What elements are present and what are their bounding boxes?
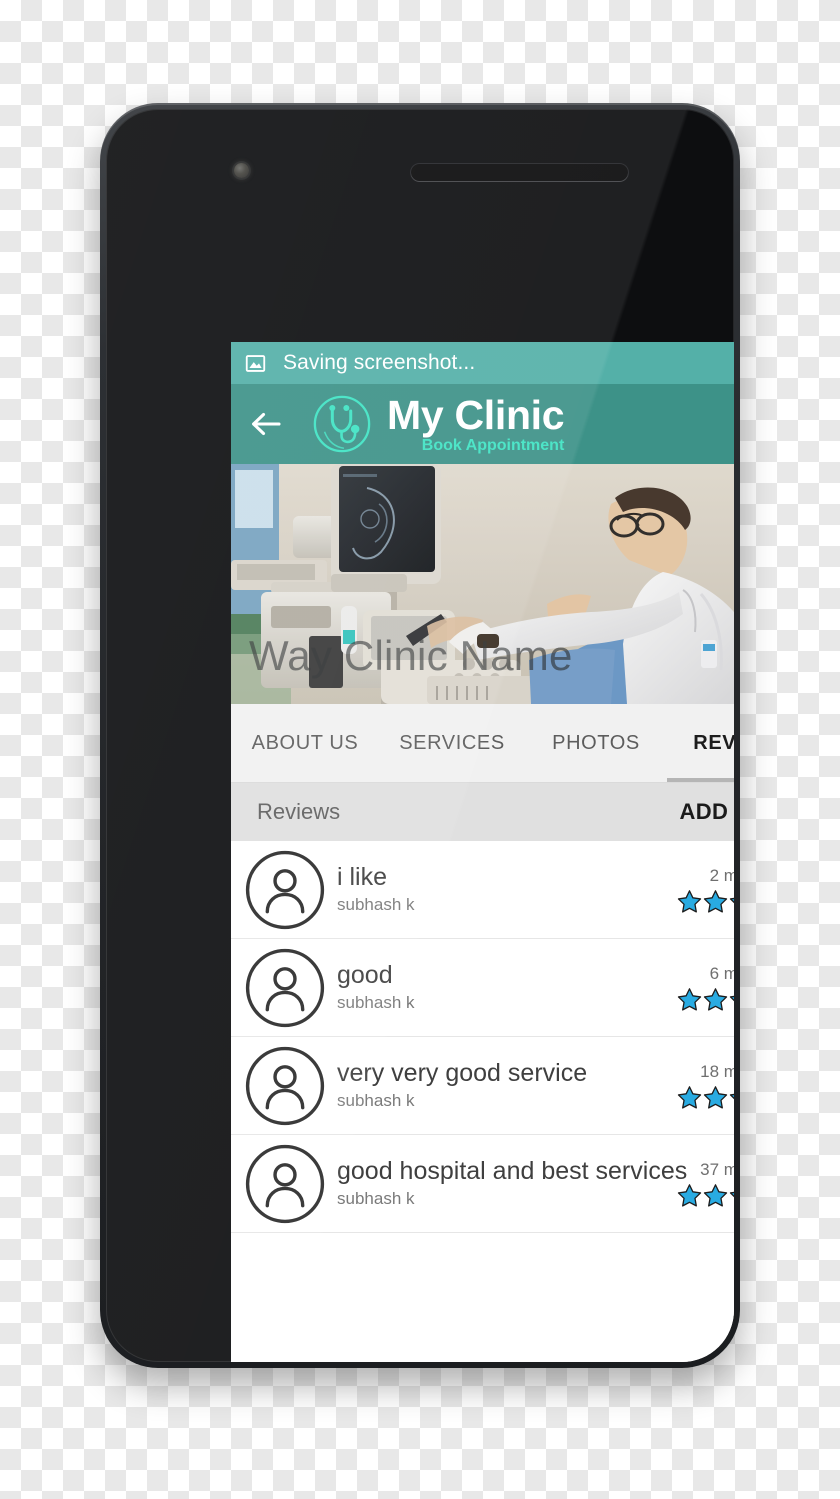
phone-bezel: Saving screenshot... My Clinic Book Appo… xyxy=(106,109,734,1362)
review-time: 37 min 13 sec xyxy=(700,1159,734,1179)
image-icon xyxy=(245,353,266,374)
review-body: very very good service subhash k xyxy=(337,1060,676,1112)
avatar xyxy=(243,946,327,1030)
rating-stars xyxy=(676,889,734,914)
rating-stars xyxy=(676,1183,734,1208)
star-icon xyxy=(703,987,728,1011)
review-row[interactable]: good hospital and best services subhash … xyxy=(231,1135,734,1233)
stethoscope-circle-icon xyxy=(311,393,373,455)
app-toolbar: My Clinic Book Appointment xyxy=(231,384,734,464)
review-text: very very good service xyxy=(337,1058,588,1087)
review-body: good hospital and best services subhash … xyxy=(337,1158,687,1210)
empty-list-area xyxy=(231,1233,734,1362)
section-title: Reviews xyxy=(257,799,341,824)
tab-photos[interactable]: PHOTOS xyxy=(525,704,667,782)
star-icon xyxy=(703,1085,728,1109)
phone-screen: Saving screenshot... My Clinic Book Appo… xyxy=(231,342,734,1362)
review-time: 2 min 22 sec xyxy=(709,865,734,885)
star-icon xyxy=(729,1191,734,1197)
review-author: subhash k xyxy=(337,993,415,1013)
star-icon xyxy=(703,889,728,913)
star-icon xyxy=(729,897,734,903)
review-text: good hospital and best services xyxy=(337,1156,688,1185)
star-icon xyxy=(677,889,702,913)
review-time: 6 min 58 sec xyxy=(709,963,734,983)
review-body: i like subhash k xyxy=(337,864,676,916)
clinic-name-overlay: Way Clinic Name xyxy=(249,632,573,679)
review-meta: 6 min 58 sec xyxy=(676,964,734,1012)
rating-stars xyxy=(676,1085,734,1110)
brand-block: My Clinic Book Appointment xyxy=(311,391,565,455)
review-meta: 37 min 13 sec xyxy=(676,1160,734,1208)
review-meta: 2 min 22 sec xyxy=(676,866,734,914)
reviews-section-header: Reviews ADD REVIEW xyxy=(231,783,734,841)
app-title: My Clinic xyxy=(387,391,565,438)
clinic-hero-image: Way Clinic Name xyxy=(231,464,734,704)
star-icon xyxy=(729,1093,734,1099)
app-subtitle: Book Appointment xyxy=(421,436,565,454)
earpiece-speaker xyxy=(411,164,628,181)
star-icon xyxy=(729,995,734,1001)
avatar xyxy=(243,1142,327,1226)
avatar xyxy=(243,1044,327,1128)
review-author: subhash k xyxy=(337,1189,415,1209)
notification-text: Saving screenshot... xyxy=(283,351,476,374)
back-button[interactable] xyxy=(231,411,301,437)
notification-bar[interactable]: Saving screenshot... xyxy=(231,342,734,384)
review-text: i like xyxy=(337,862,388,891)
review-time: 18 min 29 sec xyxy=(700,1061,734,1081)
tab-about-us[interactable]: ABOUT US xyxy=(231,704,379,782)
reviews-list: i like subhash k 2 min 22 sec xyxy=(231,841,734,1233)
add-review-button[interactable]: ADD REVIEW xyxy=(679,799,734,825)
review-row[interactable]: very very good service subhash k 18 min … xyxy=(231,1037,734,1135)
star-icon xyxy=(677,1183,702,1207)
avatar xyxy=(243,848,327,932)
star-icon xyxy=(703,1183,728,1207)
star-icon xyxy=(677,1085,702,1109)
rating-stars xyxy=(676,987,734,1012)
review-author: subhash k xyxy=(337,1091,415,1111)
tab-bar: ABOUT US SERVICES PHOTOS REVIEWS xyxy=(231,704,734,783)
review-meta: 18 min 29 sec xyxy=(676,1062,734,1110)
brand-text: My Clinic Book Appointment xyxy=(387,391,565,454)
phone-device: Saving screenshot... My Clinic Book Appo… xyxy=(100,103,740,1368)
review-body: good subhash k xyxy=(337,962,676,1014)
tab-services[interactable]: SERVICES xyxy=(379,704,525,782)
review-row[interactable]: good subhash k 6 min 58 sec xyxy=(231,939,734,1037)
star-icon xyxy=(677,987,702,1011)
front-camera-icon xyxy=(234,163,249,178)
back-arrow-icon xyxy=(252,412,281,436)
review-text: good xyxy=(337,960,393,989)
review-row[interactable]: i like subhash k 2 min 22 sec xyxy=(231,841,734,939)
review-author: subhash k xyxy=(337,895,415,915)
tab-reviews[interactable]: REVIEWS xyxy=(667,704,734,782)
